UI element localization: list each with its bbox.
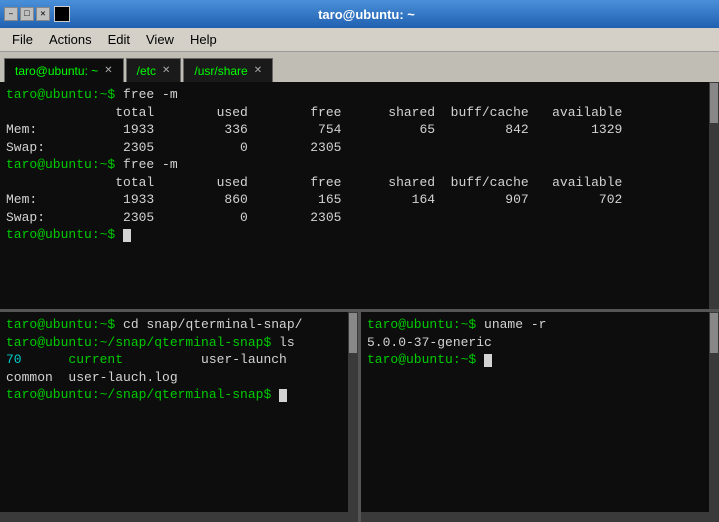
scrollbar-thumb[interactable] [710,83,718,123]
minimize-button[interactable]: – [4,7,18,21]
tab-usr-share-close[interactable]: ✕ [254,65,262,76]
title-bar: – □ ✕ taro@ubuntu: ~ [0,0,719,28]
tab-bar: taro@ubuntu: ~ ✕ /etc ✕ /usr/share ✕ [0,52,719,82]
close-button[interactable]: ✕ [36,7,50,21]
tab-etc[interactable]: /etc ✕ [126,58,182,82]
tab-etc-label: /etc [137,64,156,78]
menu-bar: File Actions Edit View Help [0,28,719,52]
terminal-icon [54,6,70,22]
maximize-button[interactable]: □ [20,7,34,21]
menu-edit[interactable]: Edit [100,30,138,49]
bottom-right-terminal-pane[interactable]: taro@ubuntu:~$ uname -r 5.0.0-37-generic… [361,312,719,522]
bottom-right-scrollbar-v[interactable] [709,312,719,522]
window-controls[interactable]: – □ ✕ [4,7,50,21]
tab-usr-share[interactable]: /usr/share ✕ [183,58,273,82]
bottom-panes: taro@ubuntu:~$ cd snap/qterminal-snap/ t… [0,312,719,522]
bottom-right-terminal-output: taro@ubuntu:~$ uname -r 5.0.0-37-generic… [367,316,713,369]
menu-file[interactable]: File [4,30,41,49]
menu-help[interactable]: Help [182,30,225,49]
menu-actions[interactable]: Actions [41,30,100,49]
top-terminal-output: taro@ubuntu:~$ free -m total used free s… [6,86,713,244]
main-content: taro@ubuntu:~$ free -m total used free s… [0,82,719,522]
scrollbar-thumb-bl[interactable] [349,313,357,353]
tab-etc-close[interactable]: ✕ [162,65,170,76]
bottom-left-terminal-output: taro@ubuntu:~$ cd snap/qterminal-snap/ t… [6,316,352,404]
menu-view[interactable]: View [138,30,182,49]
bottom-right-scrollbar-h[interactable] [361,512,709,522]
tab-home-label: taro@ubuntu: ~ [15,64,98,78]
tab-home-close[interactable]: ✕ [104,65,112,76]
scrollbar-thumb-br[interactable] [710,313,718,353]
top-terminal-pane[interactable]: taro@ubuntu:~$ free -m total used free s… [0,82,719,312]
bottom-left-terminal-pane[interactable]: taro@ubuntu:~$ cd snap/qterminal-snap/ t… [0,312,361,522]
window-title: taro@ubuntu: ~ [78,7,655,22]
top-pane-scrollbar-v[interactable] [709,82,719,309]
tab-usr-share-label: /usr/share [194,64,247,78]
tab-home[interactable]: taro@ubuntu: ~ ✕ [4,58,124,82]
bottom-left-scrollbar-h[interactable] [0,512,348,522]
bottom-left-scrollbar-v[interactable] [348,312,358,522]
